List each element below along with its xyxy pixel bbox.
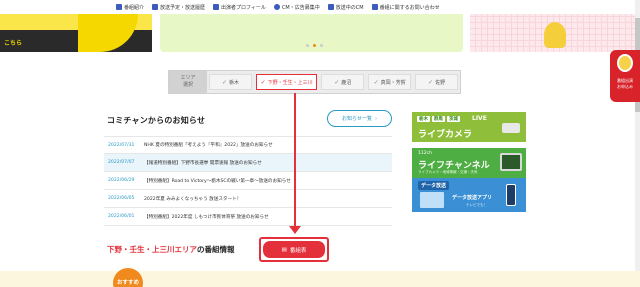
news-list-button[interactable]: お知らせ一覧 › xyxy=(327,110,392,127)
banner-subtitle: データ放送アプリ xyxy=(452,195,493,201)
news-item[interactable]: 2022/07/07 【報道特別番組】下野市長選挙 開票速報 放送のお知らせ xyxy=(104,154,392,172)
nav-contact[interactable]: 番組に関するお問い合わせ xyxy=(371,4,440,11)
news-item[interactable]: 2022/06/01 【特別番組】2022年度 しもつけ市民体育祭 放送のお知らせ xyxy=(104,208,392,226)
recommend-section xyxy=(0,271,640,287)
mascot-image xyxy=(544,22,566,48)
live-label: LIVE xyxy=(472,115,487,122)
calendar-icon xyxy=(152,4,159,10)
mascot-icon xyxy=(617,54,633,72)
smartphone-icon xyxy=(506,184,516,206)
monitor-icon xyxy=(213,4,220,10)
news-section-title: コミチャンからのお知らせ xyxy=(107,116,206,125)
annotation-arrow-line xyxy=(294,93,296,228)
nav-cm-onair[interactable]: 放送中のCM xyxy=(327,4,364,11)
check-icon: ✓ xyxy=(334,78,340,86)
nav-label: 出演者プロフィール xyxy=(221,4,266,11)
area-tab-label: 下野・壬生・上三川 xyxy=(267,79,313,86)
area-label-line1: エリア xyxy=(180,75,196,81)
check-icon: ✓ xyxy=(428,78,434,86)
area-program-heading: 下野・壬生・上三川エリアの番組情報 xyxy=(107,244,235,255)
news-text: NHK 夏の特別番組「考えよう『平和』2022」放送のお知らせ xyxy=(144,143,273,148)
area-tab-kanuma[interactable]: ✓ 鹿沼 xyxy=(321,74,365,90)
news-date: 2022/06/01 xyxy=(108,214,135,219)
area-heading-suffix: の番組情報 xyxy=(197,245,235,254)
program-guide-highlight: ▤ 番組表 xyxy=(259,237,329,262)
nav-label: CM・広告募集中 xyxy=(281,4,320,11)
area-tab-sano[interactable]: ✓ 佐野 xyxy=(415,74,459,90)
check-icon: ✓ xyxy=(260,78,266,86)
banner-tags: 栃木 群馬 茨城 xyxy=(417,116,460,122)
area-tab-tochigi[interactable]: ✓ 栃木 xyxy=(209,74,252,90)
tag-ibaraki: 茨城 xyxy=(447,116,460,122)
area-tab-label: 真岡・芳賀 xyxy=(380,79,406,86)
megaphone-icon xyxy=(327,4,334,10)
slide-prev[interactable]: こちら xyxy=(0,14,152,52)
banner-title: ライブカメラ xyxy=(418,130,473,140)
area-tab-label: 佐野 xyxy=(435,79,446,86)
news-text: 【報道特別番組】下野市長選挙 開票速報 放送のお知らせ xyxy=(144,160,262,166)
mail-icon xyxy=(371,4,378,10)
banner-subtitle: ライブカメラ・地域情報・交通・天気 xyxy=(418,170,478,174)
tv-icon xyxy=(500,153,522,171)
annotation-arrow-head xyxy=(289,226,301,234)
slide-next[interactable] xyxy=(470,14,640,52)
news-item[interactable]: 2022/06/05 2022年夏 みみよくなっちゃう 放送スタート！ xyxy=(104,190,392,208)
life-channel-banner[interactable]: 112ch ライフチャンネル ライブカメラ・地域情報・交通・天気 xyxy=(412,148,526,178)
check-icon: ✓ xyxy=(373,78,379,86)
slider-dot[interactable] xyxy=(320,44,323,47)
program-guide-button[interactable]: ▤ 番組表 xyxy=(263,241,325,258)
news-text: 2022年夏 みみよくなっちゃう 放送スタート！ xyxy=(144,196,242,202)
home-icon xyxy=(116,4,122,10)
nav-label: 放送中のCM xyxy=(335,4,364,11)
news-text: 【特別番組】Road to Victory～栃木SCの戦い第一章～放送のお知らせ xyxy=(144,178,291,184)
tv-screen-image xyxy=(420,192,444,208)
area-tab-label: 栃木 xyxy=(228,79,239,86)
news-date: 2022/06/05 xyxy=(108,196,135,201)
news-more-label: お知らせ一覧 xyxy=(342,116,372,122)
camera-icon xyxy=(502,123,520,133)
nav-label: 番組紹介 xyxy=(124,4,145,11)
banner-note: テレビでも！ xyxy=(466,203,487,207)
tag-gunma: 群馬 xyxy=(432,116,445,122)
area-tab-shimotsuke[interactable]: ✓ 下野・壬生・上三川 xyxy=(255,74,318,90)
tag-tochigi: 栃木 xyxy=(417,116,430,122)
slide-cta-text: こちら xyxy=(4,40,23,47)
banner-title: データ放送 xyxy=(418,181,450,190)
side-tab-line2: お申込み xyxy=(617,84,633,89)
program-guide-label: 番組表 xyxy=(289,247,307,254)
chevron-right-icon: › xyxy=(374,115,377,122)
slider-dots xyxy=(306,44,323,47)
news-date: 2022/07/07 xyxy=(108,160,135,165)
channel-number: 112ch xyxy=(418,151,432,156)
area-label-line2: 選択 xyxy=(182,82,193,88)
news-item[interactable]: 2022/06/29 【特別番組】Road to Victory～栃木SCの戦い第… xyxy=(104,172,392,190)
check-icon: ✓ xyxy=(221,78,227,86)
live-camera-banner[interactable]: 栃木 群馬 茨城 LIVE ライブカメラ xyxy=(412,112,526,142)
area-selector-label: エリア 選択 xyxy=(169,71,207,93)
area-name: 下野・壬生・上三川エリア xyxy=(107,245,197,254)
nav-cm-recruit[interactable]: CM・広告募集中 xyxy=(273,4,320,11)
nav-label: 番組に関するお問い合わせ xyxy=(379,4,440,11)
appearance-application-tab[interactable]: 番組出演 お申込み xyxy=(610,50,640,102)
document-icon: ▤ xyxy=(281,246,287,253)
slider-dot-active[interactable] xyxy=(313,44,316,47)
cm-icon xyxy=(273,4,280,10)
news-date: 2022/07/31 xyxy=(108,142,135,148)
area-tab-label: 鹿沼 xyxy=(341,79,352,86)
slider-dot[interactable] xyxy=(306,44,309,47)
area-tab-moka[interactable]: ✓ 真岡・芳賀 xyxy=(368,74,412,90)
news-date: 2022/06/29 xyxy=(108,178,135,183)
news-item[interactable]: 2022/07/31 NHK 夏の特別番組「考えよう『平和』2022」放送のお知ら… xyxy=(104,136,392,154)
nav-program-intro[interactable]: 番組紹介 xyxy=(116,4,144,11)
nav-label: 放送予定・放送履歴 xyxy=(160,4,206,11)
data-broadcast-banner[interactable]: データ放送 データ放送アプリ テレビでも！ xyxy=(412,178,526,212)
nav-profile[interactable]: 出演者プロフィール xyxy=(213,4,266,11)
news-list: 2022/07/31 NHK 夏の特別番組「考えよう『平和』2022」放送のお知ら… xyxy=(104,136,392,226)
news-text: 【特別番組】2022年度 しもつけ市民体育祭 放送のお知らせ xyxy=(144,214,269,220)
area-selector: エリア 選択 ✓ 栃木 ✓ 下野・壬生・上三川 ✓ 鹿沼 ✓ 真岡・芳賀 ✓ 佐野 xyxy=(168,70,461,94)
nav-schedule[interactable]: 放送予定・放送履歴 xyxy=(152,4,205,11)
top-nav: 番組紹介 放送予定・放送履歴 出演者プロフィール CM・広告募集中 放送中のCM… xyxy=(0,0,640,14)
